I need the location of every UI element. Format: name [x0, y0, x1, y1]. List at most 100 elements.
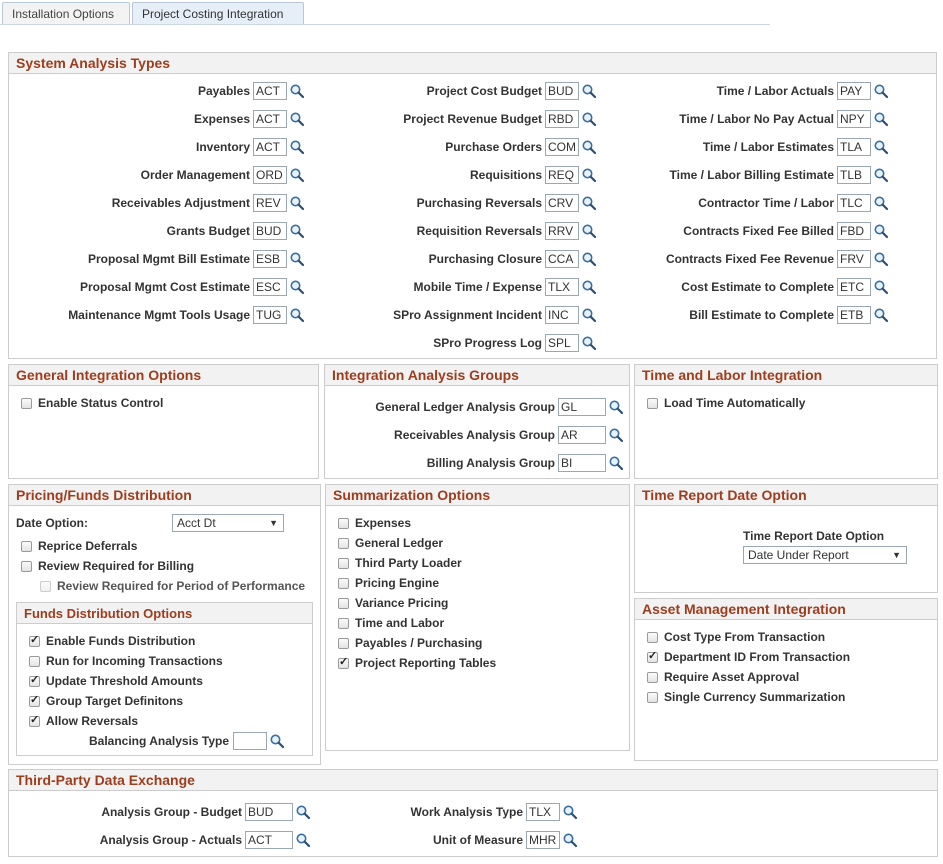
field-input[interactable]: INC [545, 306, 579, 324]
search-icon[interactable] [873, 111, 889, 127]
checkbox-box[interactable] [338, 655, 349, 669]
search-icon[interactable] [581, 335, 597, 351]
search-icon[interactable] [873, 83, 889, 99]
field-input[interactable]: REV [253, 194, 287, 212]
summarization-checkbox[interactable]: General Ledger [338, 535, 443, 551]
checkbox-box[interactable] [338, 517, 349, 529]
checkbox-box[interactable] [647, 631, 658, 643]
search-icon[interactable] [562, 804, 578, 820]
search-icon[interactable] [873, 223, 889, 239]
field-input[interactable]: ACT [245, 831, 293, 849]
checkbox-box[interactable] [647, 397, 658, 409]
summarization-checkbox[interactable]: Variance Pricing [338, 595, 448, 611]
field-input[interactable]: AR [558, 426, 606, 444]
field-input[interactable]: ESC [253, 278, 287, 296]
field-input[interactable]: TLX [526, 803, 560, 821]
field-input[interactable]: TLA [837, 138, 871, 156]
checkbox-box[interactable] [338, 617, 349, 629]
funds-option-checkbox[interactable]: Run for Incoming Transactions [29, 653, 223, 669]
summarization-checkbox[interactable]: Project Reporting Tables [338, 655, 496, 671]
field-input[interactable]: CCA [545, 250, 579, 268]
search-icon[interactable] [562, 832, 578, 848]
field-input[interactable]: BUD [545, 82, 579, 100]
field-input[interactable]: TLB [837, 166, 871, 184]
tab-project-costing-integration[interactable]: Project Costing Integration [132, 2, 304, 24]
checkbox-box[interactable] [29, 673, 40, 687]
field-input[interactable]: FBD [837, 222, 871, 240]
field-input[interactable]: RRV [545, 222, 579, 240]
asset-option-checkbox[interactable]: Single Currency Summarization [647, 689, 845, 705]
search-icon[interactable] [873, 139, 889, 155]
checkbox-box[interactable] [338, 637, 349, 649]
summarization-checkbox[interactable]: Third Party Loader [338, 555, 462, 571]
checkbox-box[interactable] [647, 649, 658, 663]
field-input[interactable]: COM [545, 138, 579, 156]
field-input[interactable]: BUD [245, 803, 293, 821]
checkbox-box[interactable] [338, 557, 349, 569]
asset-option-checkbox[interactable]: Cost Type From Transaction [647, 629, 825, 645]
search-icon[interactable] [295, 804, 311, 820]
field-input[interactable]: TLX [545, 278, 579, 296]
search-icon[interactable] [873, 251, 889, 267]
funds-option-checkbox[interactable]: Group Target Definitons [29, 693, 183, 709]
search-icon[interactable] [269, 733, 285, 749]
field-input[interactable]: REQ [545, 166, 579, 184]
checkbox-box[interactable] [29, 713, 40, 727]
checkbox-box[interactable] [338, 577, 349, 589]
reprice-deferrals-checkbox[interactable]: Reprice Deferrals [21, 538, 137, 554]
date-option-select[interactable]: Acct Dt ▼ [172, 514, 284, 532]
search-icon[interactable] [873, 307, 889, 323]
field-input[interactable]: ACT [253, 110, 287, 128]
checkbox-box[interactable] [647, 691, 658, 703]
checkbox-box[interactable] [21, 540, 32, 552]
field-input[interactable]: BUD [253, 222, 287, 240]
field-input[interactable]: MHR [526, 831, 560, 849]
field-input[interactable]: BI [558, 454, 606, 472]
search-icon[interactable] [608, 455, 624, 471]
checkbox-box[interactable] [29, 693, 40, 707]
field-input[interactable]: ORD [253, 166, 287, 184]
search-icon[interactable] [873, 167, 889, 183]
checkbox-box[interactable] [21, 560, 32, 572]
summarization-checkbox[interactable]: Payables / Purchasing [338, 635, 482, 651]
funds-option-checkbox[interactable]: Update Threshold Amounts [29, 673, 203, 689]
search-icon[interactable] [608, 427, 624, 443]
field-input[interactable]: RBD [545, 110, 579, 128]
search-icon[interactable] [873, 195, 889, 211]
funds-option-checkbox[interactable]: Allow Reversals [29, 713, 138, 729]
field-input[interactable]: FRV [837, 250, 871, 268]
review-required-billing-checkbox[interactable]: Review Required for Billing [21, 558, 194, 574]
field-input[interactable]: TLC [837, 194, 871, 212]
asset-option-checkbox[interactable]: Require Asset Approval [647, 669, 799, 685]
checkbox-box[interactable] [338, 597, 349, 609]
field-input[interactable]: PAY [837, 82, 871, 100]
field-input[interactable]: ACT [253, 138, 287, 156]
field-input[interactable]: ACT [253, 82, 287, 100]
checkbox-box[interactable] [29, 655, 40, 667]
summarization-checkbox[interactable]: Pricing Engine [338, 575, 439, 591]
field-input[interactable]: GL [558, 398, 606, 416]
field-input[interactable]: SPL [545, 334, 579, 352]
funds-option-checkbox[interactable]: Enable Funds Distribution [29, 633, 195, 649]
load-time-automatically-checkbox[interactable]: Load Time Automatically [647, 395, 805, 411]
balancing-analysis-type-input[interactable] [233, 732, 268, 750]
search-icon[interactable] [295, 832, 311, 848]
field-input[interactable]: NPY [837, 110, 871, 128]
field-input[interactable]: CRV [545, 194, 579, 212]
checkbox-box[interactable] [647, 671, 658, 683]
asset-option-checkbox[interactable]: Department ID From Transaction [647, 649, 850, 665]
field-input[interactable]: TUG [253, 306, 287, 324]
field-input[interactable]: ETC [837, 278, 871, 296]
checkbox-box[interactable] [338, 537, 349, 549]
checkbox-box[interactable] [29, 633, 40, 647]
search-icon[interactable] [873, 279, 889, 295]
summarization-checkbox[interactable]: Time and Labor [338, 615, 444, 631]
time-report-date-select[interactable]: Date Under Report ▼ [743, 546, 907, 564]
summarization-checkbox[interactable]: Expenses [338, 515, 411, 531]
field-input[interactable]: ESB [253, 250, 287, 268]
enable-status-control-checkbox[interactable]: Enable Status Control [21, 395, 163, 411]
search-icon[interactable] [608, 399, 624, 415]
checkbox-box[interactable] [21, 397, 32, 409]
tab-installation-options[interactable]: Installation Options [2, 2, 130, 24]
field-input[interactable]: ETB [837, 306, 871, 324]
